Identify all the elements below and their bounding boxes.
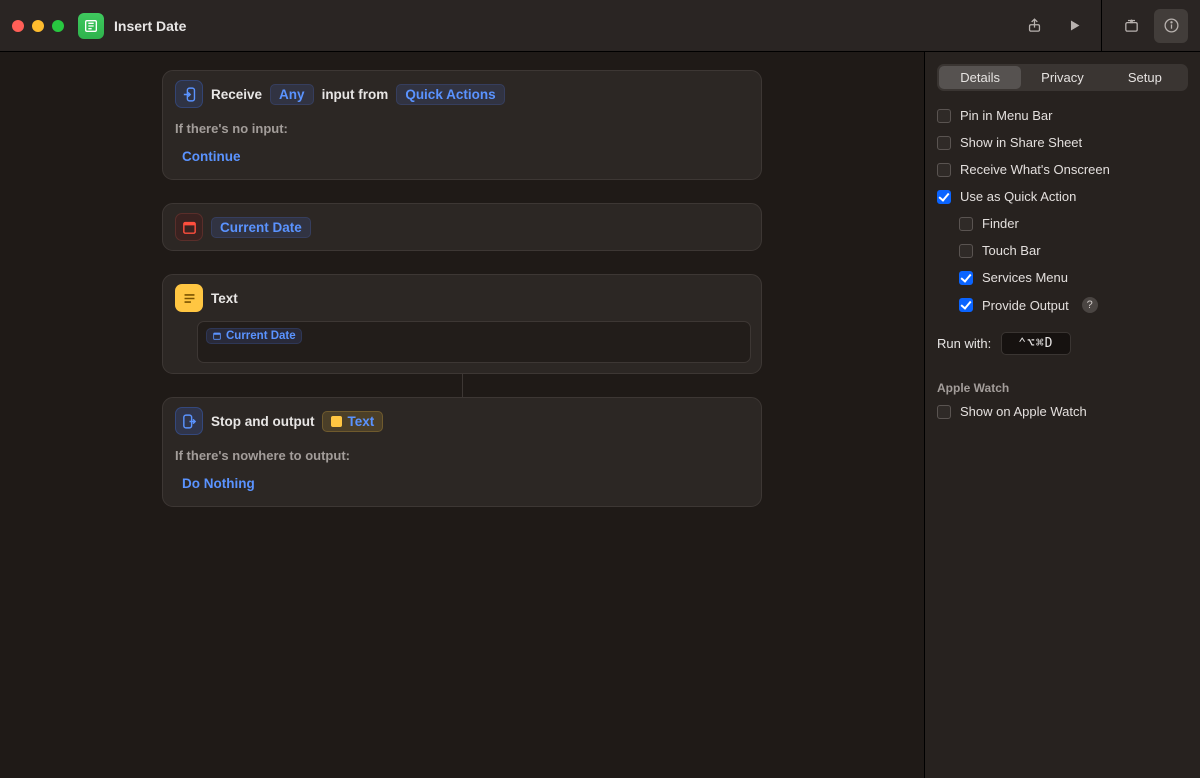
checkbox[interactable] (959, 271, 973, 285)
no-input-label: If there's no input: (163, 117, 761, 146)
library-toggle-button[interactable] (1114, 9, 1148, 43)
checkbox[interactable] (937, 109, 951, 123)
no-input-action[interactable]: Continue (175, 146, 248, 167)
option-pin-menubar[interactable]: Pin in Menu Bar (937, 105, 1188, 126)
option-finder[interactable]: Finder (937, 213, 1188, 234)
action-stop-and-output[interactable]: Stop and output Text If there's nowhere … (162, 397, 762, 507)
inspector-toggle-button[interactable] (1154, 9, 1188, 43)
receive-mid-label: input from (322, 87, 389, 102)
checkbox[interactable] (959, 298, 973, 312)
tab-setup[interactable]: Setup (1104, 66, 1186, 89)
checkbox[interactable] (937, 405, 951, 419)
receive-input-icon (175, 80, 203, 108)
checkbox[interactable] (937, 136, 951, 150)
zoom-window-button[interactable] (52, 20, 64, 32)
option-label: Use as Quick Action (960, 189, 1076, 204)
option-label: Show on Apple Watch (960, 404, 1087, 419)
nowhere-output-action[interactable]: Do Nothing (175, 473, 262, 494)
text-field[interactable]: Current Date (197, 321, 751, 363)
text-icon (175, 284, 203, 312)
shortcut-app-icon (78, 13, 104, 39)
option-provide-output[interactable]: Provide Output ? (937, 294, 1188, 316)
window-controls (12, 20, 64, 32)
text-field-variable-label: Current Date (226, 330, 296, 342)
toolbar-separator (1101, 0, 1102, 52)
connector-line (462, 374, 463, 397)
output-label: Stop and output (211, 414, 314, 429)
apple-watch-section: Apple Watch (937, 381, 1188, 395)
output-icon (175, 407, 203, 435)
text-field-variable-token[interactable]: Current Date (206, 328, 302, 344)
option-apple-watch[interactable]: Show on Apple Watch (937, 401, 1188, 422)
run-with-label: Run with: (937, 336, 991, 351)
current-date-token[interactable]: Current Date (211, 217, 311, 238)
receive-label: Receive (211, 87, 262, 102)
checkbox[interactable] (937, 190, 951, 204)
minimize-window-button[interactable] (32, 20, 44, 32)
option-touchbar[interactable]: Touch Bar (937, 240, 1188, 261)
titlebar: Insert Date (0, 0, 1200, 52)
receive-source-token[interactable]: Quick Actions (396, 84, 504, 105)
action-text[interactable]: Text Current Date (162, 274, 762, 374)
run-button[interactable] (1057, 9, 1091, 43)
checkbox[interactable] (959, 244, 973, 258)
help-button[interactable]: ? (1082, 297, 1098, 313)
checkbox[interactable] (959, 217, 973, 231)
workflow-canvas[interactable]: Receive Any input from Quick Actions If … (0, 52, 924, 778)
tab-details[interactable]: Details (939, 66, 1021, 89)
option-label: Services Menu (982, 270, 1068, 285)
calendar-icon (175, 213, 203, 241)
inspector-tabs: Details Privacy Setup (937, 64, 1188, 91)
option-label: Receive What's Onscreen (960, 162, 1110, 177)
close-window-button[interactable] (12, 20, 24, 32)
option-label: Show in Share Sheet (960, 135, 1082, 150)
window-title: Insert Date (114, 18, 186, 34)
option-label: Finder (982, 216, 1019, 231)
option-quick-action[interactable]: Use as Quick Action (937, 186, 1188, 207)
text-label: Text (211, 291, 238, 306)
action-receive-input[interactable]: Receive Any input from Quick Actions If … (162, 70, 762, 180)
tab-privacy[interactable]: Privacy (1021, 66, 1103, 89)
output-variable-label: Text (347, 414, 374, 429)
receive-type-token[interactable]: Any (270, 84, 314, 105)
option-share-sheet[interactable]: Show in Share Sheet (937, 132, 1188, 153)
inspector-sidebar: Details Privacy Setup Pin in Menu Bar Sh… (924, 52, 1200, 778)
checkbox[interactable] (937, 163, 951, 177)
text-chip-icon (331, 416, 342, 427)
output-variable-token[interactable]: Text (322, 411, 383, 432)
nowhere-output-label: If there's nowhere to output: (163, 444, 761, 473)
option-label: Touch Bar (982, 243, 1041, 258)
share-button[interactable] (1017, 9, 1051, 43)
option-receive-onscreen[interactable]: Receive What's Onscreen (937, 159, 1188, 180)
keyboard-shortcut-field[interactable]: ⌃⌥⌘D (1001, 332, 1070, 355)
option-services-menu[interactable]: Services Menu (937, 267, 1188, 288)
action-current-date[interactable]: Current Date (162, 203, 762, 251)
option-label: Provide Output (982, 298, 1069, 313)
option-label: Pin in Menu Bar (960, 108, 1053, 123)
